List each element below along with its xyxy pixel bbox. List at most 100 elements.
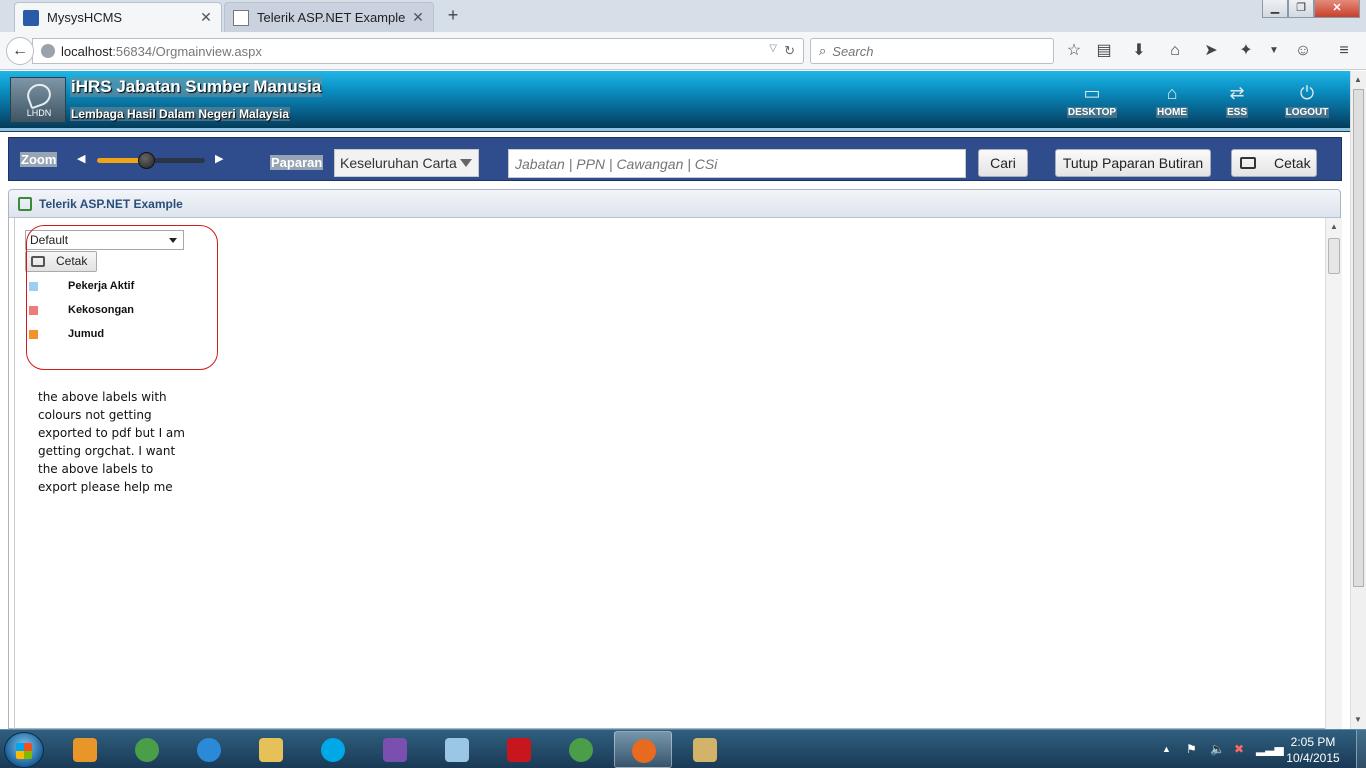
close-window-button[interactable]: ✕ bbox=[1314, 0, 1360, 18]
tab-telerik-example[interactable]: Telerik ASP.NET Example ✕ bbox=[224, 2, 434, 32]
close-detail-view-button[interactable]: Tutup Paparan Butiran bbox=[1055, 149, 1211, 177]
paint-icon bbox=[693, 738, 717, 762]
addon-icon[interactable]: ✦ bbox=[1236, 41, 1256, 61]
reading-list-icon[interactable]: ▤ bbox=[1094, 41, 1114, 61]
taskbar-app-file-explorer[interactable] bbox=[242, 731, 300, 768]
clock-date: 10/4/2015 bbox=[1286, 751, 1340, 765]
download-icon[interactable]: ⬇ bbox=[1129, 41, 1149, 61]
visual-studio-icon bbox=[383, 738, 407, 762]
taskbar-app-media-player[interactable] bbox=[56, 731, 114, 768]
window-page-icon bbox=[18, 197, 32, 211]
url-host: localhost bbox=[61, 43, 113, 59]
chevron-down-icon bbox=[460, 159, 472, 167]
home-icon[interactable]: ⌂ bbox=[1165, 41, 1185, 61]
inner-vertical-scrollbar[interactable]: ▲ bbox=[1325, 218, 1342, 730]
browser-tab-strip: MysysHCMS ✕ Telerik ASP.NET Example ✕ + … bbox=[0, 0, 1366, 32]
nav-label: LOGOUT bbox=[1284, 107, 1330, 118]
send-icon[interactable]: ➤ bbox=[1201, 41, 1221, 61]
firefox-icon bbox=[632, 739, 656, 763]
inner-scroll-thumb[interactable] bbox=[1328, 238, 1340, 274]
bookmark-star-icon[interactable]: ☆ bbox=[1064, 41, 1084, 61]
page-vertical-scrollbar[interactable]: ▲ ▼ bbox=[1350, 71, 1366, 729]
taskbar-app-chrome-2[interactable] bbox=[552, 731, 610, 768]
nav-ess[interactable]: ⇄ ESS bbox=[1211, 83, 1263, 118]
start-button[interactable] bbox=[4, 732, 44, 768]
url-path: :56834/Orgmainview.aspx bbox=[112, 43, 262, 59]
print-button-label: Cetak bbox=[1274, 155, 1311, 171]
zoom-out-icon[interactable]: ◀ bbox=[77, 152, 85, 165]
tray-expand-icon[interactable]: ▲ bbox=[1162, 744, 1171, 754]
taskbar-app-acrobat[interactable] bbox=[490, 731, 548, 768]
site-favicon-icon bbox=[23, 9, 39, 26]
close-tab-icon[interactable]: ✕ bbox=[199, 9, 213, 26]
tab-label: MysysHCMS bbox=[47, 10, 123, 25]
org-toolbar: Zoom ◀ ▶ Paparan Keseluruhan Carta Cari … bbox=[8, 137, 1342, 181]
tab-mysyshcms[interactable]: MysysHCMS ✕ bbox=[14, 2, 222, 32]
show-desktop-button[interactable] bbox=[1356, 730, 1366, 768]
url-dropdown-icon[interactable]: ▽ bbox=[769, 43, 777, 54]
back-button[interactable]: ← bbox=[6, 37, 34, 65]
nav-home[interactable]: ⌂ HOME bbox=[1146, 83, 1198, 118]
volume-icon[interactable]: 🔈 bbox=[1210, 742, 1225, 756]
power-icon: ⏻ bbox=[1299, 83, 1315, 103]
home-icon: ⌂ bbox=[1166, 83, 1178, 103]
view-select[interactable]: Keseluruhan Carta bbox=[334, 149, 479, 177]
print-button[interactable]: Cetak bbox=[1231, 149, 1317, 177]
page-scroll-thumb[interactable] bbox=[1353, 89, 1364, 587]
window-title-bar: Telerik ASP.NET Example bbox=[9, 190, 1340, 218]
taskbar-app-visual-studio[interactable] bbox=[366, 731, 424, 768]
nav-logout[interactable]: ⏻ LOGOUT bbox=[1281, 83, 1333, 118]
monitor-icon: ▭ bbox=[1083, 83, 1101, 103]
app-header: LHDN iHRS Jabatan Sumber Manusia Lembaga… bbox=[0, 71, 1352, 128]
new-tab-button[interactable]: + bbox=[444, 5, 462, 25]
org-search-box[interactable] bbox=[508, 149, 966, 178]
windows-logo-icon bbox=[16, 743, 32, 759]
logo-text: LHDN bbox=[26, 108, 52, 118]
search-icon: ⌕ bbox=[819, 43, 827, 58]
nav-label: DESKTOP bbox=[1066, 107, 1118, 118]
content-window: Telerik ASP.NET Example ▲ Default Cetak … bbox=[8, 189, 1342, 730]
zoom-slider-thumb[interactable] bbox=[137, 152, 155, 169]
browser-search-input[interactable] bbox=[832, 43, 1033, 59]
window-title: Telerik ASP.NET Example bbox=[39, 197, 183, 211]
taskbar-app-internet-explorer[interactable] bbox=[180, 731, 238, 768]
nav-desktop[interactable]: ▭ DESKTOP bbox=[1066, 83, 1118, 118]
taskbar-app-notepad[interactable] bbox=[428, 731, 486, 768]
lhdn-logo: LHDN bbox=[10, 77, 66, 123]
taskbar-app-skype[interactable] bbox=[304, 731, 362, 768]
header-divider bbox=[0, 128, 1352, 132]
addon-dropdown-icon[interactable]: ▼ bbox=[1264, 41, 1284, 61]
reload-icon[interactable]: ↻ bbox=[784, 43, 795, 59]
minimize-button[interactable]: ▁ bbox=[1262, 0, 1288, 18]
page-favicon-icon bbox=[233, 9, 249, 26]
globe-icon bbox=[41, 44, 55, 58]
scroll-up-icon[interactable]: ▲ bbox=[1330, 222, 1338, 231]
app-subtitle: Lembaga Hasil Dalam Negeri Malaysia bbox=[70, 107, 291, 121]
zoom-in-icon[interactable]: ▶ bbox=[215, 152, 223, 165]
clock-time: 2:05 PM bbox=[1290, 735, 1336, 749]
zoom-slider[interactable] bbox=[97, 152, 205, 169]
scroll-up-icon[interactable]: ▲ bbox=[1354, 75, 1362, 84]
taskbar-app-paint[interactable] bbox=[676, 731, 734, 768]
org-search-input[interactable] bbox=[509, 150, 965, 177]
smiley-icon[interactable]: ☺ bbox=[1293, 41, 1313, 61]
menu-icon[interactable]: ≡ bbox=[1334, 41, 1354, 61]
search-button[interactable]: Cari bbox=[978, 149, 1028, 177]
system-clock[interactable]: 2:05 PM 10/4/2015 bbox=[1278, 734, 1348, 766]
taskbar-app-chrome[interactable] bbox=[118, 731, 176, 768]
taskbar-app-firefox[interactable] bbox=[614, 731, 672, 768]
chrome-icon bbox=[135, 738, 159, 762]
acrobat-icon bbox=[507, 738, 531, 762]
address-bar[interactable]: localhost:56834/Orgmainview.aspx ▽ ↻ bbox=[32, 38, 804, 64]
file-explorer-icon bbox=[259, 738, 283, 762]
zoom-label: Zoom bbox=[20, 152, 58, 167]
nav-label: HOME bbox=[1156, 107, 1188, 118]
network-warning-icon[interactable]: ✖ bbox=[1234, 742, 1244, 756]
action-center-icon[interactable]: ⚑ bbox=[1186, 742, 1197, 756]
skype-icon bbox=[321, 738, 345, 762]
maximize-button[interactable]: ❐ bbox=[1288, 0, 1314, 18]
annotation-highlight bbox=[26, 225, 218, 370]
close-tab-icon[interactable]: ✕ bbox=[411, 9, 425, 26]
browser-search-bar[interactable]: ⌕ bbox=[810, 38, 1054, 64]
scroll-down-icon[interactable]: ▼ bbox=[1354, 715, 1362, 724]
